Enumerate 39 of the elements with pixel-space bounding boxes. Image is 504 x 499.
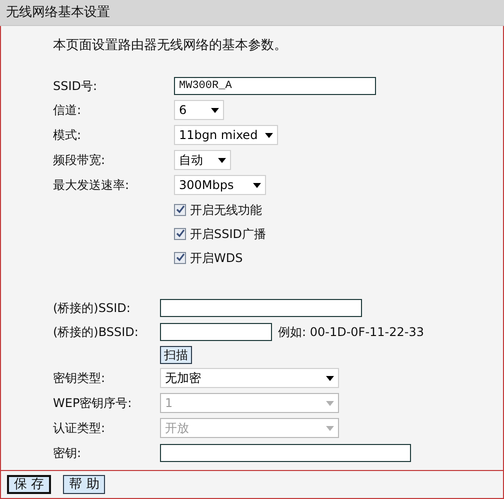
checkbox[interactable] <box>174 228 186 240</box>
caret-icon <box>326 426 334 430</box>
caret-icon <box>326 376 334 380</box>
dropdown[interactable]: 无加密 <box>160 368 339 388</box>
checkbox-label: 开启WDS <box>190 250 243 266</box>
save-button[interactable]: 保 存 <box>7 475 52 494</box>
caret-icon <box>211 108 219 112</box>
text-field[interactable]: MW300R_A <box>174 76 376 94</box>
page-title: 无线网络基本设置 <box>6 4 110 22</box>
field-label: 最大发送速率: <box>53 177 130 194</box>
dropdown[interactable]: 11bgn mixed <box>174 125 278 145</box>
hint-text: 例如: 00-1D-0F-11-22-33 <box>278 324 424 340</box>
field-label: 频段带宽: <box>53 152 106 169</box>
checkbox[interactable] <box>174 252 186 264</box>
field-label: WEP密钥序号: <box>53 395 133 412</box>
checkbox-label: 开启无线功能 <box>190 202 262 218</box>
field-label: 模式: <box>53 127 82 144</box>
text-field[interactable] <box>160 322 272 340</box>
caret-icon <box>265 132 273 138</box>
intro-text: 本页面设置路由器无线网络的基本参数。 <box>53 37 288 55</box>
text-field[interactable] <box>160 298 362 316</box>
dropdown[interactable]: 自动 <box>174 150 231 170</box>
field-label: SSID号: <box>53 78 98 94</box>
field-label: 密钥: <box>53 444 82 462</box>
field-label: (桥接的)SSID: <box>53 300 132 316</box>
caret-icon <box>253 182 261 188</box>
field-label: 密钥类型: <box>53 370 106 387</box>
field-label: (桥接的)BSSID: <box>53 324 140 340</box>
caret-icon <box>326 400 334 406</box>
text-field[interactable] <box>160 444 411 462</box>
caret-icon <box>218 158 226 162</box>
checkbox-label: 开启SSID广播 <box>190 226 266 242</box>
field-label: 信道: <box>53 102 82 119</box>
checkbox[interactable] <box>174 204 186 216</box>
field-label: 认证类型: <box>53 420 106 437</box>
help-button[interactable]: 帮 助 <box>63 475 106 494</box>
dropdown[interactable]: 6 <box>174 100 224 120</box>
scan-button[interactable]: 扫描 <box>160 346 192 364</box>
dropdown[interactable]: 300Mbps <box>174 175 266 195</box>
